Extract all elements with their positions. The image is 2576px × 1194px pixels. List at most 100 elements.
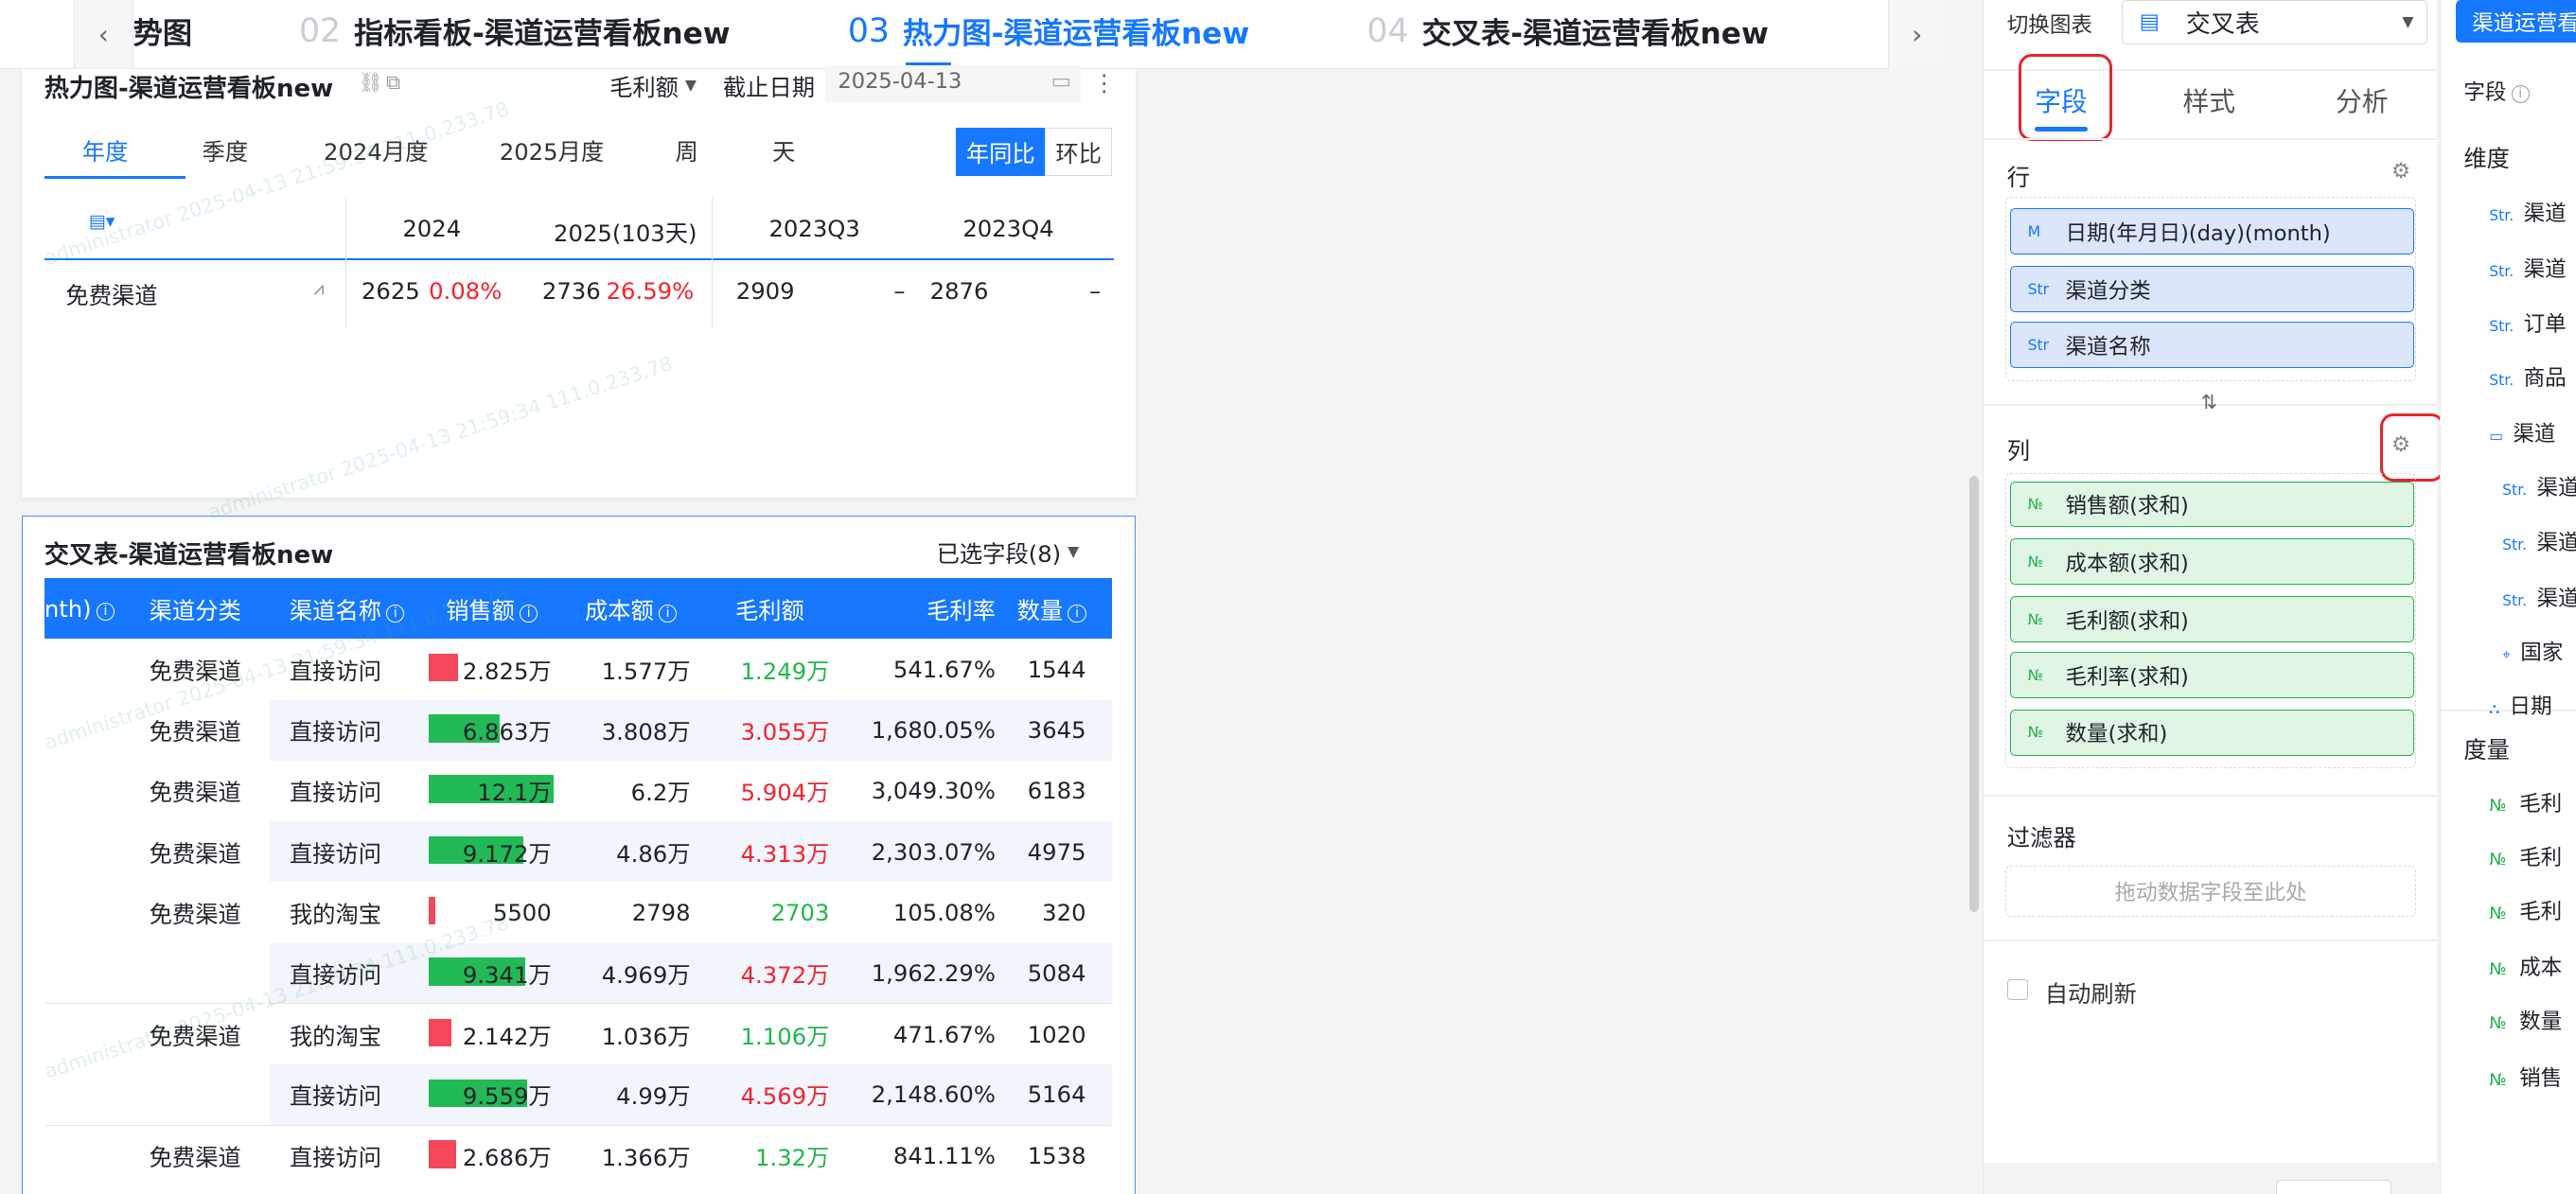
table-row[interactable]: 直接访问 9.559万 4.99万 4.569万 2,148.60% 5164 (44, 1063, 1113, 1126)
dataset-button[interactable]: 渠道运营看 (2455, 0, 2576, 44)
pct-2023q3: – (893, 277, 906, 306)
more-icon[interactable]: ⋮ (1092, 69, 1115, 97)
measure-item[interactable]: № 成本 (2489, 951, 2562, 981)
tab-indicator[interactable]: 02 指标看板-渠道运营看板new (299, 0, 731, 62)
sales-cell-text: 6.863万 (462, 718, 552, 746)
sales-data-bar (429, 1018, 451, 1047)
col-field-gross[interactable]: № 毛利额(求和) (2010, 596, 2415, 642)
period-tab-2025-month[interactable]: 2025月度 (500, 133, 604, 167)
folder-icon: ▭ (2489, 427, 2503, 445)
date-cell (44, 639, 121, 699)
table-row[interactable]: 直接访问 9.341万 4.969万 4.372万 1,962.29% 5084 (44, 942, 1113, 1004)
rate-cell-text: 3,049.30% (871, 777, 996, 805)
row-field-date[interactable]: M 日期(年月日)(day)(month) (2010, 208, 2415, 255)
col-header-gross[interactable]: 毛利额 (699, 578, 839, 640)
trend-icon[interactable]: ⩘ (314, 277, 325, 299)
dimension-item[interactable]: ⌖ 国家 (2502, 636, 2563, 666)
tabs-next-button[interactable]: › (1887, 0, 1946, 69)
caret-down-icon: ▼ (1067, 543, 1080, 561)
col-header-date[interactable]: nth) i (44, 578, 121, 640)
yoy-button[interactable]: 年同比 (956, 128, 1046, 176)
panel-tab-style[interactable]: 样式 (2183, 80, 2236, 118)
category-cell: 免费渠道 (120, 882, 270, 942)
col-field-rate[interactable]: № 毛利率(求和) (2010, 652, 2415, 698)
rate-cell: 1,680.05% (838, 699, 1006, 761)
crosstab-table: nth) i 渠道分类 渠道名称 i 销售额 i 成本额 i 毛利额 毛利率 数量 i 免… (44, 578, 1113, 1185)
mom-button[interactable]: 环比 (1045, 128, 1113, 176)
qty-cell-text: 6183 (1027, 777, 1086, 805)
table-row[interactable]: 免费渠道 直接访问 12.1万 6.2万 5.904万 3,049.30% 6183 (44, 761, 1112, 821)
panel-tab-fields[interactable]: 字段 (2035, 80, 2088, 118)
measure-item[interactable]: № 毛利 (2489, 895, 2562, 925)
number-type-icon: № (2489, 1014, 2507, 1034)
col-field-cost[interactable]: № 成本额(求和) (2010, 538, 2415, 586)
measure-label: 销售 (2519, 1065, 2563, 1091)
col-header-qty[interactable]: 数量 i (1005, 578, 1113, 640)
rate-cell: 2,303.07% (838, 821, 1006, 883)
tab-crosstab[interactable]: 04 交叉表-渠道运营看板new (1367, 0, 1768, 62)
period-tab-quarter[interactable]: 季度 (203, 133, 249, 167)
dimension-item[interactable]: ⛬ 日期 (2489, 690, 2551, 720)
sales-cell: 9.559万 (422, 1063, 562, 1126)
sales-cell: 12.1万 (422, 761, 561, 821)
tabs-prev-button[interactable]: ‹ (74, 0, 133, 69)
col-field-qty[interactable]: № 数量(求和) (2010, 709, 2415, 756)
calendar-icon: ▭ (1050, 68, 1071, 94)
dimension-item[interactable]: Str. 订单 (2489, 307, 2566, 338)
period-tab-week[interactable]: 周 (676, 133, 698, 167)
table-row[interactable]: 免费渠道 我的淘宝 5500 2798 2703 105.08% 320 (44, 882, 1112, 942)
period-tab-day[interactable]: 天 (772, 133, 795, 167)
sales-cell-text: 9.172万 (462, 839, 552, 868)
table-row[interactable]: 免费渠道 直接访问 9.172万 4.86万 4.313万 2,303.07% 4975 (44, 821, 1113, 883)
panel-tab-analysis[interactable]: 分析 (2336, 80, 2389, 118)
filter-drop-zone[interactable]: 拖动数据字段至此处 (2005, 865, 2417, 917)
sales-cell-text: 12.1万 (477, 779, 552, 807)
pct-2023q4: – (1089, 277, 1102, 306)
copy-icon[interactable]: ⧉ (386, 71, 400, 95)
qty-cell: 1544 (1005, 639, 1112, 699)
row-field-category[interactable]: Str 渠道分类 (2010, 266, 2415, 312)
dimension-item[interactable]: Str. 渠道 (2502, 582, 2576, 612)
measure-item[interactable]: № 数量 (2489, 1005, 2562, 1035)
dimension-item[interactable]: Str. 商品 (2489, 361, 2566, 392)
dimension-item[interactable]: Str. 渠道 (2489, 197, 2566, 227)
date-input[interactable]: 2025-04-13 ▭ (824, 65, 1082, 102)
col-header-rate[interactable]: 毛利率 (838, 578, 1006, 640)
period-tab-year[interactable]: 年度 (82, 133, 129, 167)
metric-select[interactable]: 毛利额 ▼ (609, 69, 697, 102)
link-icon[interactable]: ⛓ (358, 71, 382, 95)
channel-cell: 我的淘宝 (270, 882, 422, 942)
table-row[interactable]: 免费渠道 直接访问 2.686万 1.366万 1.32万 841.11% 1538 (44, 1125, 1113, 1185)
dimension-label: 渠道 (2523, 257, 2567, 283)
channel-cell: 直接访问 (270, 821, 423, 883)
dimension-item[interactable]: Str. 渠道 (2489, 253, 2566, 283)
measure-item[interactable]: № 毛利 (2489, 841, 2562, 871)
chevron-left-icon: ‹ (97, 18, 109, 50)
auto-refresh-checkbox[interactable] (2006, 978, 2029, 1001)
col-header-cost[interactable]: 成本额 i (561, 578, 700, 640)
measure-item[interactable]: № 毛利 (2489, 787, 2562, 817)
dimension-item[interactable]: ▭ 渠道 (2489, 417, 2555, 448)
dimension-item[interactable]: Str. 渠道 (2502, 526, 2576, 556)
number-type-icon: № (2489, 904, 2507, 924)
scrollbar-thumb[interactable] (1968, 476, 1980, 912)
tab-trend[interactable]: 势图 (133, 0, 192, 62)
dimension-label: 渠道 (2536, 530, 2576, 555)
col-field-sales[interactable]: № 销售额(求和) (2010, 481, 2415, 528)
cols-settings-icon[interactable]: ⚙ (2391, 432, 2410, 457)
category-cell: 免费渠道 (120, 1125, 270, 1185)
measure-label: 毛利 (2519, 791, 2563, 816)
selected-fields-dropdown[interactable]: 已选字段(8) ▼ (937, 536, 1080, 569)
swap-icon[interactable]: ⇅ (2201, 391, 2217, 413)
measure-item[interactable]: № 销售 (2489, 1062, 2562, 1092)
qty-cell: 1538 (1005, 1125, 1112, 1185)
rows-settings-icon[interactable]: ⚙ (2391, 159, 2410, 184)
col-header-category[interactable]: 渠道分类 (120, 578, 271, 640)
channel-cell-text: 直接访问 (289, 839, 382, 868)
dimension-item[interactable]: Str. 渠道 (2502, 471, 2576, 501)
footer-button[interactable] (2276, 1179, 2391, 1194)
row-field-channel[interactable]: Str 渠道名称 (2010, 322, 2415, 368)
chart-type-select[interactable]: ▤ 交叉表 ▼ (2122, 0, 2428, 44)
table-row[interactable]: 免费渠道 直接访问 6.863万 3.808万 3.055万 1,680.05% 3645 (44, 699, 1113, 761)
tab-heatmap[interactable]: 03 热力图-渠道运营看板new (848, 0, 1249, 62)
